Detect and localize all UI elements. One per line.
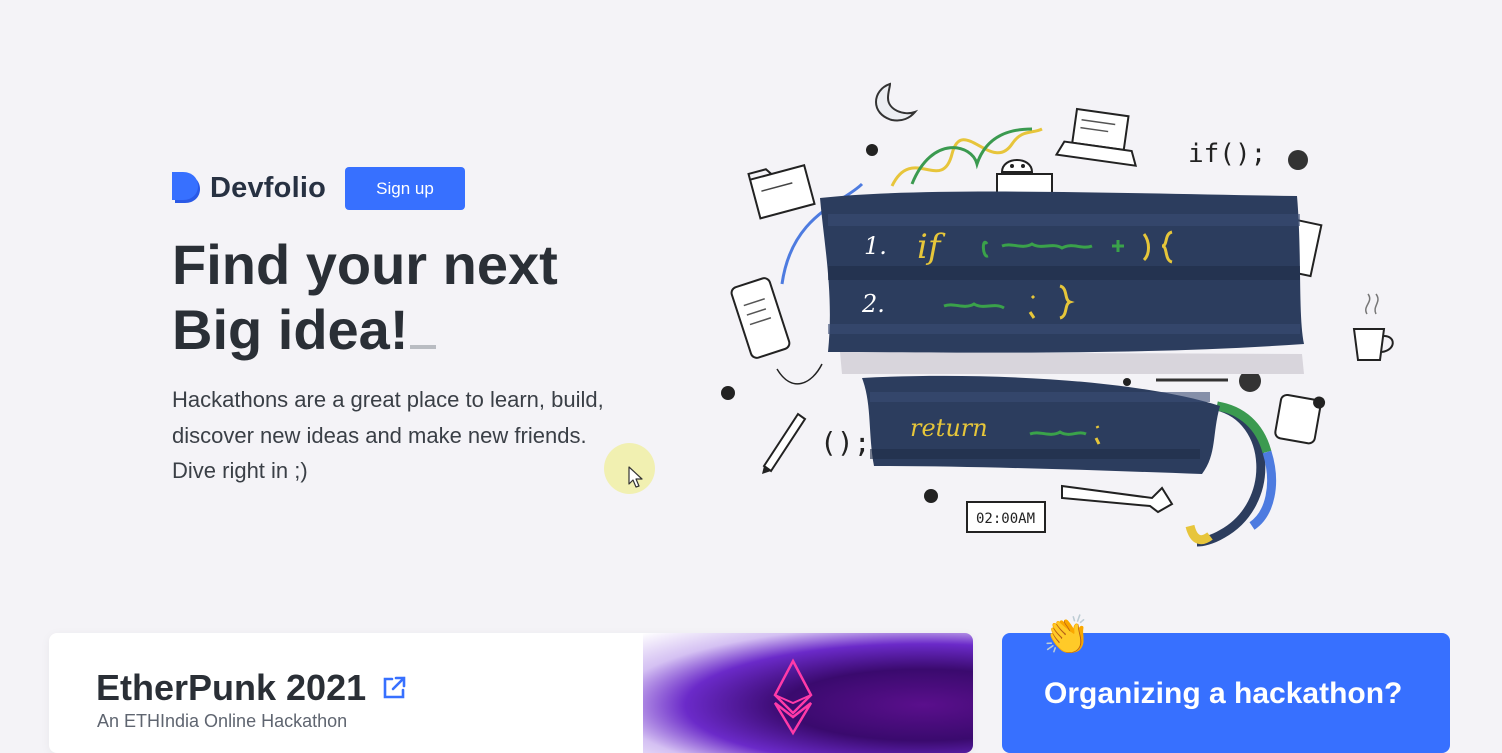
external-link-icon[interactable] bbox=[380, 674, 408, 702]
phone-icon bbox=[730, 277, 791, 359]
hero-section: Devfolio Sign up Find your next Big idea… bbox=[0, 0, 1502, 600]
signup-button[interactable]: Sign up bbox=[345, 167, 465, 210]
hackathon-illustration: if(); (); 02:00AM 1. if 2. return bbox=[721, 82, 1394, 547]
robot-icon bbox=[996, 159, 1053, 197]
hero-description: Hackathons are a great place to learn, b… bbox=[172, 387, 604, 483]
organize-hackathon-title[interactable]: Organizing a hackathon? bbox=[1044, 677, 1402, 711]
brand-header: Devfolio Sign up bbox=[171, 167, 465, 210]
hero-headline: Find your next Big idea! bbox=[172, 232, 558, 362]
headline-line-2: Big idea! bbox=[172, 298, 409, 361]
event-title[interactable]: EtherPunk 2021 bbox=[96, 667, 366, 709]
clapping-hands-icon: 👏 bbox=[1043, 615, 1091, 657]
coffee-cup-icon bbox=[1352, 293, 1394, 361]
event-subtitle: An ETHIndia Online Hackathon bbox=[97, 711, 348, 731]
parens-sketch-text: (); bbox=[820, 426, 871, 459]
hackathon-banner-image bbox=[643, 633, 973, 753]
featured-hackathon-card[interactable]: EtherPunk 2021 An ETHIndia Online Hackat… bbox=[49, 633, 973, 753]
wrench-icon bbox=[1061, 484, 1174, 514]
folder-icon bbox=[747, 164, 816, 220]
code-line-2-number: 2. bbox=[861, 290, 885, 318]
if-sketch-text: if(); bbox=[1188, 139, 1266, 169]
moon-icon bbox=[875, 82, 919, 122]
code-line-1-number: 1. bbox=[864, 232, 887, 260]
headline-line-1: Find your next bbox=[172, 233, 558, 296]
clock-time-text: 02:00AM bbox=[976, 511, 1035, 527]
code-panel-main: 1. if 2. bbox=[820, 191, 1304, 353]
pencil-icon bbox=[762, 412, 807, 474]
code-panel-secondary: return bbox=[862, 375, 1220, 474]
brand-name[interactable]: Devfolio bbox=[210, 172, 326, 205]
devfolio-logo-icon[interactable] bbox=[171, 172, 202, 205]
event-title-row: EtherPunk 2021 bbox=[96, 667, 408, 709]
alarm-clock-icon: 02:00AM bbox=[966, 501, 1046, 533]
typing-cursor bbox=[410, 345, 437, 349]
mouse-pointer-icon bbox=[628, 466, 643, 488]
sticky-note-icon bbox=[1274, 393, 1326, 445]
ethereum-logo-icon bbox=[773, 658, 813, 736]
code-line-3-keyword: return bbox=[910, 414, 988, 442]
laptop-icon bbox=[1054, 107, 1138, 167]
